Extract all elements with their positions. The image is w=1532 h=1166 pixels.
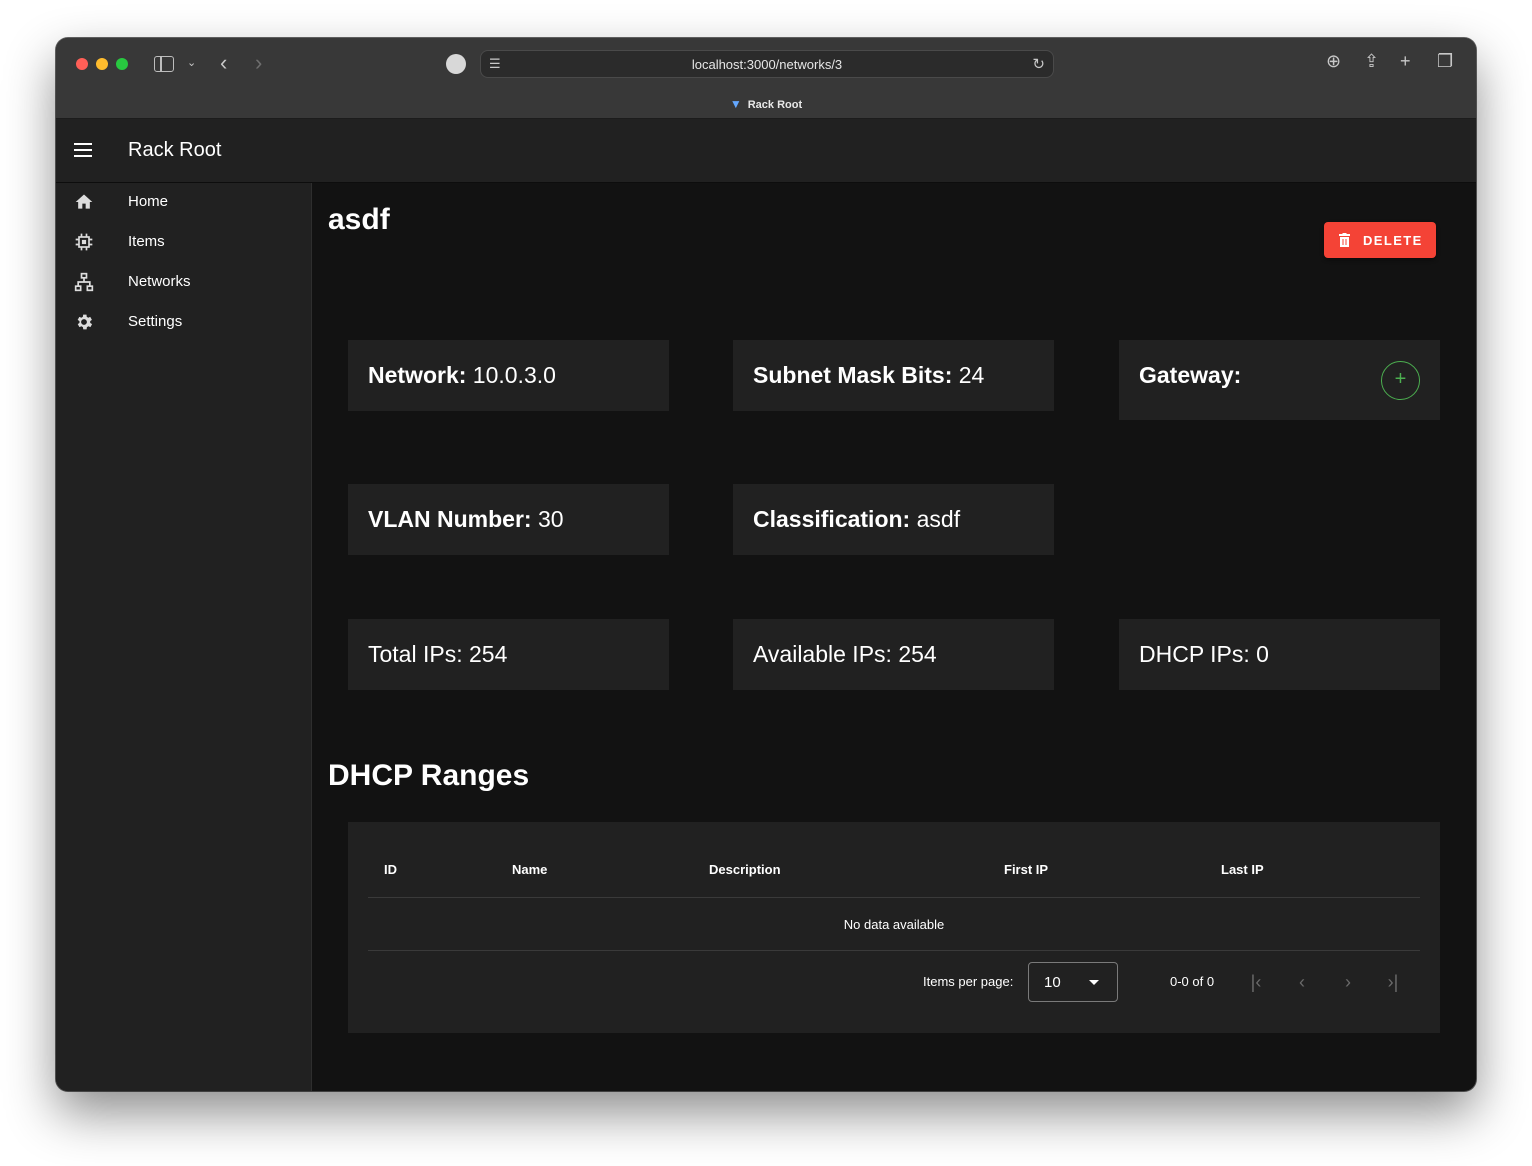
items-per-page-select[interactable]: 10 [1028,962,1118,1002]
footer-divider [368,950,1420,951]
gear-icon [77,314,93,330]
dhcp-ips-card: DHCP IPs: 0 [1119,619,1440,690]
main-content: asdf DELETE Network: 10.0.3.0 Subnet Mas… [312,183,1476,1091]
dhcp-ips-text: DHCP IPs: 0 [1139,641,1269,667]
last-page-icon[interactable]: ›| [1379,968,1407,996]
home-icon [75,194,93,209]
items-per-page-value: 10 [1044,974,1061,991]
classification-card: Classification: asdf [733,484,1054,555]
classification-label: Classification: [753,506,911,532]
next-page-icon[interactable]: › [1334,968,1362,996]
add-gateway-button[interactable]: + [1381,361,1420,400]
vuetify-logo-icon: ▼ [729,97,742,111]
network-card: Network: 10.0.3.0 [348,340,669,411]
subnet-label: Subnet Mask Bits: [753,362,953,388]
nav-item-items[interactable]: Items [56,223,312,263]
trash-icon [1339,233,1350,247]
network-icon [74,272,94,292]
browser-window: ⌄ ‹ › ☰ localhost:3000/networks/3 ↻ ⊕ ⇪ … [56,38,1476,1091]
forward-icon[interactable]: › [255,50,262,76]
privacy-shield-icon[interactable] [446,54,466,74]
nav-label-items: Items [128,233,165,250]
back-icon[interactable]: ‹ [220,50,227,76]
chevron-down-icon[interactable]: ⌄ [187,56,196,69]
pagination-range: 0-0 of 0 [1170,974,1215,989]
delete-button[interactable]: DELETE [1324,222,1436,258]
total-ips-text: Total IPs: 254 [368,641,508,667]
header-divider [368,897,1420,898]
sidebar-toggle-icon[interactable] [154,56,174,72]
app-bar: Rack Root [56,119,1476,183]
delete-button-label: DELETE [1363,233,1423,248]
nav-item-networks[interactable]: Networks [56,263,312,303]
total-ips-card: Total IPs: 254 [348,619,669,690]
address-bar[interactable]: ☰ localhost:3000/networks/3 ↻ [480,50,1054,78]
nav-label-home: Home [128,193,169,210]
subnet-card: Subnet Mask Bits: 24 [733,340,1054,411]
plus-icon: + [1394,368,1407,390]
column-header-first-ip[interactable]: First IP [1004,862,1048,877]
network-label: Network: [368,362,467,388]
url-text[interactable]: localhost:3000/networks/3 [481,57,1053,72]
vlan-value: 30 [537,506,564,532]
empty-table-message: No data available [843,917,945,932]
browser-tab[interactable]: ▼ Rack Root [56,97,1476,111]
classification-value: asdf [916,506,961,532]
available-ips-text: Available IPs: 254 [753,641,937,667]
network-value: 10.0.3.0 [472,362,556,388]
new-tab-icon[interactable]: + [1400,51,1411,72]
hamburger-menu-icon[interactable] [74,143,92,157]
minimize-window-button[interactable] [96,58,108,70]
app-title: Rack Root [128,139,222,161]
navigation-drawer: Home Items Networks Settings [56,183,312,1091]
dhcp-ranges-heading: DHCP Ranges [328,759,530,792]
nav-label-networks: Networks [128,273,191,290]
page-title: asdf [328,203,390,236]
vlan-card: VLAN Number: 30 [348,484,669,555]
nav-item-home[interactable]: Home [56,183,312,223]
column-header-last-ip[interactable]: Last IP [1221,862,1264,877]
gateway-card: Gateway: + [1119,340,1440,420]
available-ips-card: Available IPs: 254 [733,619,1054,690]
gateway-label: Gateway: [1139,362,1242,388]
dropdown-arrow-icon [1089,980,1099,985]
column-header-name[interactable]: Name [512,862,547,877]
dhcp-ranges-table: ID Name Description First IP Last IP No … [348,822,1440,1033]
zoom-window-button[interactable] [116,58,128,70]
browser-toolbar: ⌄ ‹ › ☰ localhost:3000/networks/3 ↻ ⊕ ⇪ … [56,38,1476,119]
tab-overview-icon[interactable]: ❐ [1437,51,1453,72]
reload-icon[interactable]: ↻ [1032,55,1045,73]
chip-icon [75,233,93,251]
download-icon[interactable]: ⊕ [1326,51,1341,72]
share-icon[interactable]: ⇪ [1364,51,1379,72]
vlan-label: VLAN Number: [368,506,532,532]
nav-label-settings: Settings [128,313,183,330]
column-header-description[interactable]: Description [709,862,781,877]
first-page-icon[interactable]: |‹ [1242,968,1270,996]
previous-page-icon[interactable]: ‹ [1288,968,1316,996]
subnet-value: 24 [958,362,985,388]
column-header-id[interactable]: ID [384,862,397,877]
tab-title: Rack Root [747,99,803,111]
nav-item-settings[interactable]: Settings [56,303,312,343]
items-per-page-label: Items per page: [923,974,1014,989]
close-window-button[interactable] [76,58,88,70]
